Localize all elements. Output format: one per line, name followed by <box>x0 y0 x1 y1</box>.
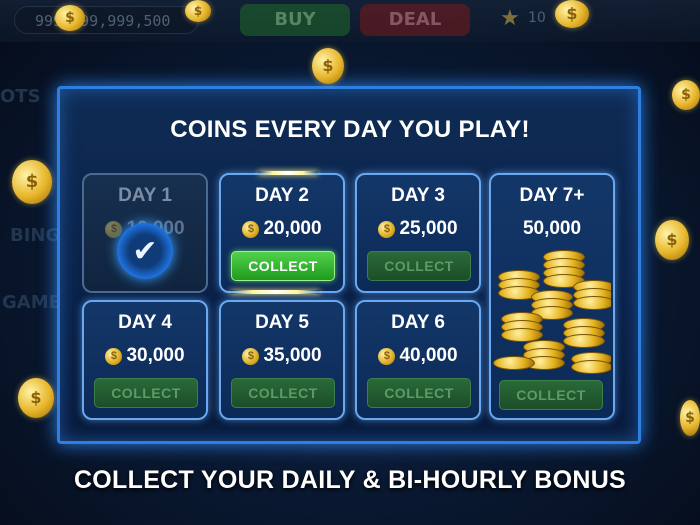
reward-amount-value: 25,000 <box>399 218 458 239</box>
dollar-coin-icon: $ <box>378 347 396 365</box>
star-icon: ★ <box>500 6 520 31</box>
reward-amount-value: 20,000 <box>263 218 322 239</box>
day-5-card: DAY 5 $ 35,000 COLLECT <box>219 300 345 420</box>
day-2-card: DAY 2 $ 20,000 COLLECT <box>219 173 345 293</box>
reward-amount: $ 35,000 <box>221 345 343 367</box>
flying-coin-icon: $ <box>672 80 700 110</box>
deal-button[interactable]: DEAL <box>360 4 470 36</box>
reward-amount: $ 20,000 <box>221 218 343 240</box>
reward-amount-value: 50,000 <box>522 218 582 239</box>
day-6-card: DAY 6 $ 40,000 COLLECT <box>355 300 481 420</box>
reward-amount: 50,000 <box>491 218 613 240</box>
day-label: DAY 1 <box>118 185 172 206</box>
background-label: OTS <box>0 86 41 107</box>
dollar-coin-icon: $ <box>105 347 123 365</box>
collect-button[interactable]: COLLECT <box>367 378 471 408</box>
flying-coin-icon: $ <box>18 378 54 418</box>
collect-button[interactable]: COLLECT <box>231 378 335 408</box>
flying-coin-icon: $ <box>185 0 211 22</box>
checkmark-badge-icon: ✔ <box>117 223 173 279</box>
reward-amount: $ 40,000 <box>357 345 479 367</box>
day-label: DAY 7+ <box>519 185 585 206</box>
flying-coin-icon: $ <box>312 48 344 84</box>
flying-coin-icon: $ <box>55 5 85 31</box>
gold-coin-stack-icon <box>493 240 611 390</box>
collect-button[interactable]: COLLECT <box>94 378 198 408</box>
day-label: DAY 4 <box>118 312 172 333</box>
day-label: DAY 6 <box>391 312 445 333</box>
background-label: GAME <box>2 292 61 313</box>
day-label: DAY 5 <box>255 312 309 333</box>
collect-button[interactable]: COLLECT <box>231 251 335 281</box>
day-4-card: DAY 4 $ 30,000 COLLECT <box>82 300 208 420</box>
collect-button[interactable]: COLLECT <box>499 380 603 410</box>
reward-amount-value: 40,000 <box>399 345 458 366</box>
collect-button[interactable]: COLLECT <box>367 251 471 281</box>
day-label: DAY 2 <box>255 185 309 206</box>
sparkle-highlight <box>258 171 318 175</box>
dollar-coin-icon: $ <box>242 347 260 365</box>
dollar-coin-icon: $ <box>378 220 396 238</box>
day-3-card: DAY 3 $ 25,000 COLLECT <box>355 173 481 293</box>
flying-coin-icon: $ <box>655 220 689 260</box>
flying-coin-icon: $ <box>12 160 52 204</box>
dollar-coin-icon: $ <box>105 220 123 238</box>
dollar-coin-icon: $ <box>242 220 260 238</box>
reward-amount: $ 30,000 <box>84 345 206 367</box>
day-1-card: DAY 1 $ 10,000 ✔ <box>82 173 208 293</box>
level-display: 10 <box>528 10 546 26</box>
footer-caption: COLLECT YOUR DAILY & BI-HOURLY BONUS <box>73 466 627 494</box>
dialog-title: COINS EVERY DAY YOU PLAY! <box>170 116 530 143</box>
coin-balance-display: 999,999,999,500 <box>14 6 199 34</box>
day-label: DAY 3 <box>391 185 445 206</box>
flying-coin-icon: $ <box>555 0 589 28</box>
reward-amount-value: 35,000 <box>263 345 322 366</box>
flying-coin-icon: $ <box>680 400 700 436</box>
reward-amount-value: 30,000 <box>126 345 185 366</box>
reward-amount: $ 25,000 <box>357 218 479 240</box>
sparkle-highlight <box>230 290 320 294</box>
buy-button[interactable]: BUY <box>240 4 350 36</box>
